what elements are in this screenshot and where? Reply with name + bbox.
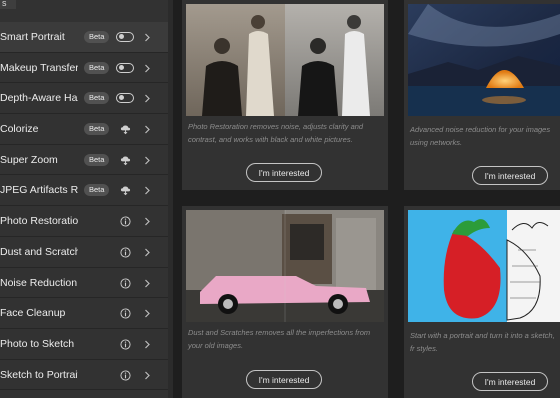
- filter-toggle[interactable]: [116, 93, 134, 104]
- filter-item[interactable]: Photo Restoration: [0, 206, 168, 237]
- filter-item[interactable]: Sketch to Portrait: [0, 360, 168, 391]
- filter-item[interactable]: Super Zoom Beta: [0, 145, 168, 176]
- filter-item[interactable]: Noise Reduction: [0, 268, 168, 299]
- photo-to-sketch-preview-image: [408, 210, 560, 322]
- filter-toggle[interactable]: [116, 62, 134, 73]
- beta-badge: Beta: [84, 92, 110, 105]
- filter-item[interactable]: Makeup Transfer Beta: [0, 53, 168, 84]
- card-photo-to-sketch: Start with a portrait and turn it into a…: [404, 206, 560, 398]
- filter-item[interactable]: Colorize Beta: [0, 114, 168, 145]
- dust-scratches-interested-button[interactable]: I'm interested: [246, 370, 322, 389]
- filter-item-label: Dust and Scratches: [0, 245, 78, 258]
- chevron-right-icon[interactable]: [142, 278, 152, 289]
- chevron-right-icon[interactable]: [142, 185, 152, 196]
- info-icon[interactable]: [120, 308, 131, 319]
- filter-item[interactable]: Face Cleanup: [0, 298, 168, 329]
- scrollbar[interactable]: [168, 0, 173, 398]
- chevron-right-icon[interactable]: [142, 247, 152, 258]
- info-icon[interactable]: [120, 216, 131, 227]
- cloud-download-icon[interactable]: [120, 155, 131, 166]
- card-description: Photo Restoration removes noise, adjusts…: [188, 122, 364, 144]
- filter-item[interactable]: JPEG Artifacts Re... Beta: [0, 175, 168, 207]
- chevron-right-icon[interactable]: [142, 63, 152, 74]
- card-dust-and-scratches: Dust and Scratches removes all the imper…: [182, 206, 388, 398]
- filter-item-label: Noise Reduction: [0, 276, 78, 289]
- filter-item-label: Smart Portrait: [0, 31, 65, 43]
- info-icon[interactable]: [120, 339, 131, 350]
- photo-restoration-interested-button[interactable]: I'm interested: [246, 163, 322, 182]
- noise-reduction-interested-button[interactable]: I'm interested: [472, 166, 548, 185]
- dust-scratches-preview-image: [186, 210, 384, 322]
- chevron-right-icon[interactable]: [142, 216, 152, 227]
- chevron-right-icon[interactable]: [142, 124, 152, 135]
- chevron-right-icon[interactable]: [142, 308, 152, 319]
- noise-reduction-preview-image: [408, 4, 560, 116]
- chevron-right-icon[interactable]: [142, 370, 152, 381]
- filter-item-label: Depth-Aware Haze: [0, 92, 78, 105]
- photo-restoration-preview-image: [186, 4, 384, 116]
- filter-item-label: Sketch to Portrait: [0, 368, 78, 381]
- filter-item-label: Face Cleanup: [0, 307, 66, 320]
- info-icon[interactable]: [120, 277, 131, 289]
- filter-toggle[interactable]: [116, 32, 134, 42]
- neural-filters-list: s Smart Portrait Beta Makeup Transfer Beta D…: [0, 0, 168, 398]
- beta-badge: Beta: [84, 153, 110, 166]
- card-photo-restoration: Photo Restoration removes noise, adjusts…: [182, 0, 388, 190]
- chevron-right-icon[interactable]: [142, 155, 152, 166]
- filter-item-label: Super Zoom: [0, 153, 58, 166]
- filter-item[interactable]: Dust and Scratches: [0, 237, 168, 268]
- filter-list: Smart Portrait Beta Makeup Transfer Beta Dep…: [0, 22, 168, 391]
- beta-badge: Beta: [84, 31, 110, 43]
- card-description: Advanced noise reduction for your images…: [410, 125, 551, 147]
- filter-item[interactable]: Smart Portrait Beta: [0, 22, 168, 53]
- filter-item[interactable]: Depth-Aware Haze Beta: [0, 83, 168, 115]
- beta-badge: Beta: [84, 123, 110, 136]
- chevron-right-icon[interactable]: [142, 339, 152, 350]
- card-description: Dust and Scratches removes all the imper…: [188, 328, 371, 350]
- filter-item-label: Photo to Sketch: [0, 337, 75, 350]
- filter-item[interactable]: Photo to Sketch: [0, 329, 168, 360]
- beta-badge: Beta: [84, 61, 110, 74]
- card-description: Start with a portrait and turn it into a…: [410, 331, 555, 353]
- filter-item-label: Colorize: [0, 123, 39, 136]
- filter-item-label: JPEG Artifacts Re...: [0, 184, 78, 197]
- cloud-download-icon[interactable]: [120, 124, 131, 135]
- photo-to-sketch-interested-button[interactable]: I'm interested: [472, 372, 548, 391]
- info-icon[interactable]: [120, 370, 131, 381]
- filter-item-label: Makeup Transfer: [0, 61, 78, 74]
- beta-badge: Beta: [84, 184, 110, 197]
- cloud-download-icon[interactable]: [120, 185, 131, 196]
- card-noise-reduction: Advanced noise reduction for your images…: [404, 0, 560, 190]
- chevron-right-icon[interactable]: [142, 93, 152, 104]
- panel-header: s: [0, 0, 16, 9]
- chevron-right-icon[interactable]: [142, 32, 152, 43]
- info-icon[interactable]: [120, 247, 131, 258]
- filter-item-label: Photo Restoration: [0, 215, 78, 228]
